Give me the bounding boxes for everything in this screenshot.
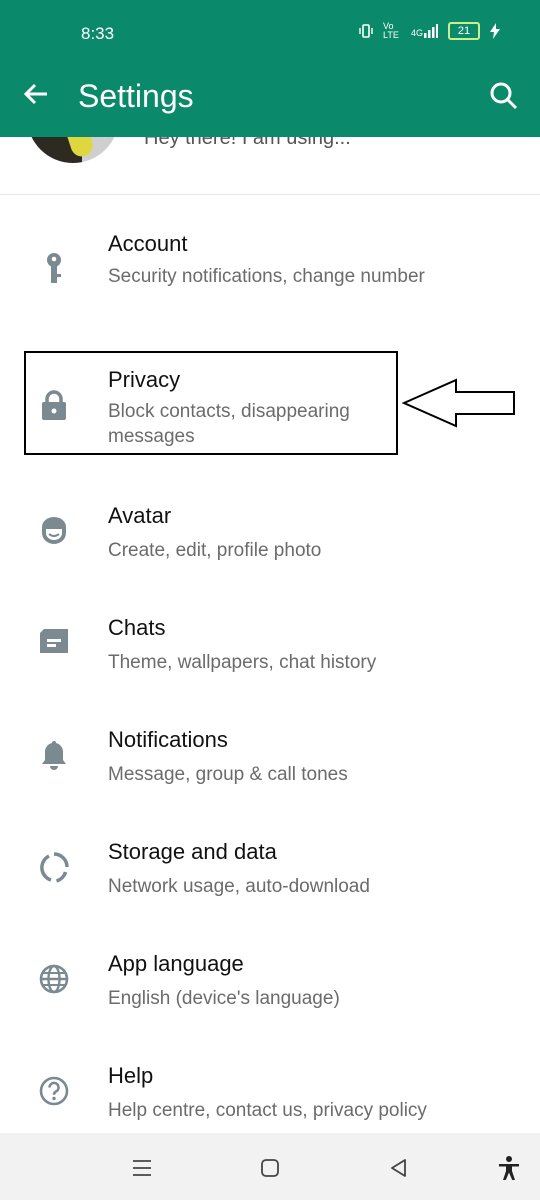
settings-item-subtitle: Message, group & call tones: [108, 764, 348, 785]
settings-item-label: Storage and data: [108, 839, 277, 864]
settings-item-subtitle: Network usage, auto-download: [108, 876, 370, 897]
settings-item-label: Chats: [108, 615, 166, 640]
charging-icon: [490, 23, 500, 39]
accessibility-button[interactable]: [494, 1153, 524, 1183]
privacy-highlight-box: [24, 351, 398, 455]
menu-lines-icon: [133, 1160, 151, 1176]
home-square-icon: [261, 1159, 279, 1177]
home-button[interactable]: [255, 1153, 285, 1183]
back-arrow-icon: [23, 83, 47, 105]
settings-item-label: Notifications: [108, 727, 228, 752]
settings-item-subtitle: Create, edit, profile photo: [108, 540, 322, 561]
settings-item-subtitle: Help centre, contact us, privacy policy: [108, 1100, 427, 1121]
back-button[interactable]: [22, 80, 50, 113]
help-icon: [36, 1073, 72, 1109]
settings-item-label: App language: [108, 951, 244, 976]
chat-icon: [36, 625, 72, 661]
system-nav-bar: [0, 1133, 540, 1200]
settings-item-subtitle: English (device's language): [108, 988, 340, 1009]
app-bar: 8:33 Vo LTE 4G 21 Settings: [0, 0, 540, 137]
signal-icon: [424, 24, 438, 38]
status-time: 8:33: [81, 24, 115, 43]
page-title: Settings: [78, 78, 194, 114]
avatar-face-icon: [36, 513, 72, 549]
profile-about: Hey there! I am using...: [144, 137, 351, 149]
battery-indicator: 21: [448, 22, 480, 40]
pointer-arrow-icon: [402, 378, 515, 428]
profile-row[interactable]: Hey there! I am using...: [0, 137, 540, 195]
settings-item-account[interactable]: Account Security notifications, change n…: [0, 225, 540, 325]
settings-item-label: Avatar: [108, 503, 172, 528]
network-indicator: 4G: [411, 24, 438, 38]
settings-item-chats[interactable]: Chats Theme, wallpapers, chat history: [0, 610, 540, 710]
settings-item-label: Help: [108, 1063, 154, 1088]
storage-circle-icon: [36, 849, 72, 885]
settings-item-subtitle: Security notifications, change number: [108, 266, 425, 287]
vibrate-icon: [359, 24, 373, 38]
avatar[interactable]: [27, 137, 119, 163]
key-icon: [36, 251, 72, 287]
settings-item-notifications[interactable]: Notifications Message, group & call tone…: [0, 722, 540, 822]
settings-item-avatar[interactable]: Avatar Create, edit, profile photo: [0, 498, 540, 598]
search-button[interactable]: [489, 81, 519, 116]
recent-apps-button[interactable]: [127, 1153, 157, 1183]
search-icon: [490, 82, 518, 110]
volte-indicator: Vo LTE: [382, 21, 399, 40]
bell-icon: [36, 737, 72, 773]
settings-item-subtitle: Theme, wallpapers, chat history: [108, 652, 377, 673]
status-icons: Vo LTE 4G 21: [359, 22, 500, 40]
settings-item-app-language[interactable]: App language English (device's language): [0, 946, 540, 1046]
settings-item-storage[interactable]: Storage and data Network usage, auto-dow…: [0, 834, 540, 934]
back-nav-button[interactable]: [384, 1153, 414, 1183]
accessibility-icon: [499, 1156, 519, 1180]
settings-item-label: Account: [108, 231, 188, 256]
globe-icon: [36, 961, 72, 997]
back-triangle-icon: [391, 1159, 406, 1177]
